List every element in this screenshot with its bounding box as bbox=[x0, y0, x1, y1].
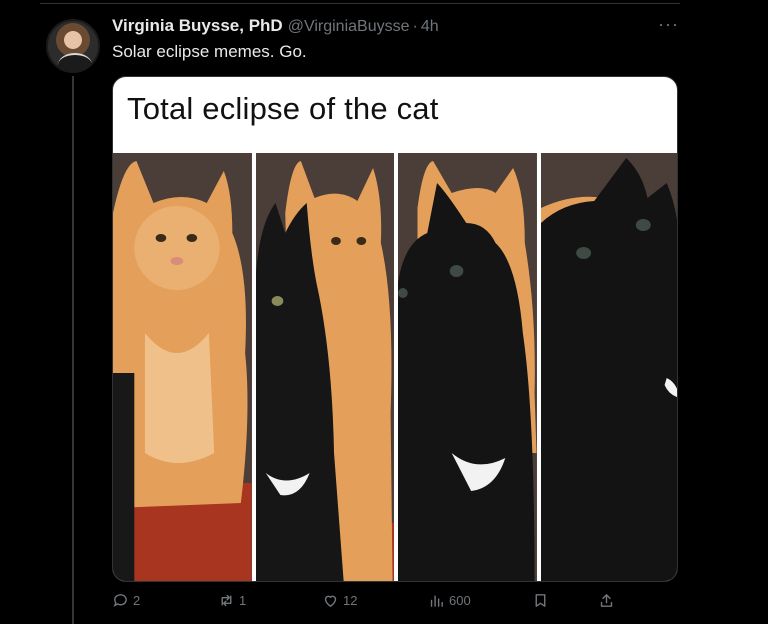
views-chart-icon bbox=[430, 595, 443, 607]
cat-eclipse-image bbox=[398, 153, 537, 581]
author-name[interactable]: Virginia Buysse, PhD bbox=[112, 16, 283, 36]
tweet-timestamp[interactable]: 4h bbox=[421, 18, 439, 36]
retweet-icon bbox=[221, 594, 232, 607]
meme-panel-4 bbox=[540, 153, 677, 581]
thread-line bbox=[72, 76, 74, 624]
cat-eclipse-image bbox=[255, 153, 394, 581]
bookmark-button[interactable] bbox=[532, 592, 549, 609]
tweet-text: Solar eclipse memes. Go. bbox=[112, 42, 307, 61]
tweet-actions: 2 1 12 600 bbox=[112, 592, 622, 614]
share-button[interactable] bbox=[598, 592, 615, 609]
cat-eclipse-image bbox=[540, 153, 677, 581]
like-button[interactable]: 12 bbox=[322, 592, 357, 609]
meme-panel-1 bbox=[113, 153, 252, 581]
author-handle[interactable]: @VirginiaBuysse bbox=[288, 18, 410, 36]
tweet-header: Virginia Buysse, PhD @VirginiaBuysse · 4… bbox=[112, 16, 439, 38]
like-count: 12 bbox=[343, 593, 358, 608]
meme-panel-3 bbox=[398, 153, 537, 581]
view-count: 600 bbox=[449, 593, 471, 608]
tweet-media[interactable]: Total eclipse of the cat bbox=[112, 76, 678, 582]
more-options-icon[interactable]: ··· bbox=[658, 14, 679, 35]
meme-panel-2 bbox=[255, 153, 394, 581]
reply-icon bbox=[113, 594, 127, 607]
author-avatar[interactable] bbox=[46, 19, 100, 73]
views-button[interactable]: 600 bbox=[428, 592, 471, 609]
reply-count: 2 bbox=[133, 593, 141, 608]
orange-cat-image bbox=[113, 153, 252, 581]
meme-panels bbox=[113, 153, 677, 581]
top-divider bbox=[40, 3, 680, 4]
header-separator: · bbox=[412, 18, 418, 35]
meme-title: Total eclipse of the cat bbox=[127, 91, 439, 126]
retweet-count: 1 bbox=[239, 593, 247, 608]
share-icon bbox=[600, 594, 613, 607]
bookmark-icon bbox=[535, 594, 546, 607]
retweet-button[interactable]: 1 bbox=[218, 592, 246, 609]
reply-button[interactable]: 2 bbox=[112, 592, 140, 609]
heart-icon bbox=[324, 595, 337, 607]
